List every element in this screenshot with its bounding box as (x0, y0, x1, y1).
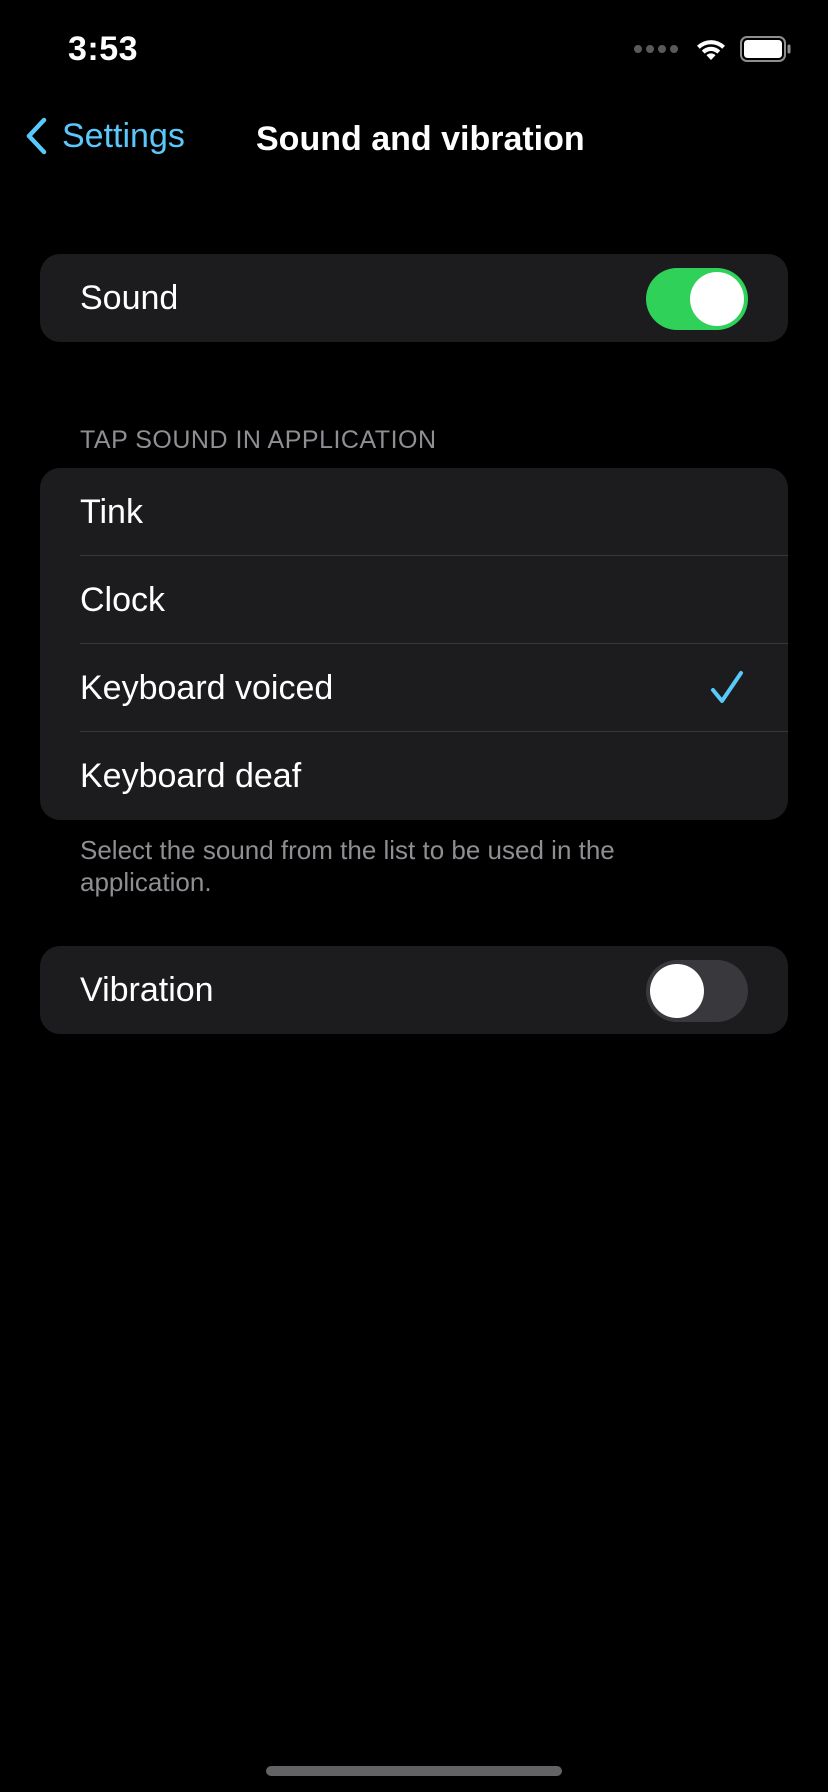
checkmark-icon (711, 671, 743, 703)
back-button[interactable]: Settings (24, 116, 185, 156)
wifi-icon (697, 40, 725, 60)
sound-option-keyboard-voiced[interactable]: Keyboard voiced (40, 644, 788, 732)
sound-option-label: Tink (80, 492, 143, 531)
toggle-knob (650, 964, 704, 1018)
status-time: 3:53 (68, 30, 139, 68)
sound-group: Sound (40, 254, 788, 342)
vibration-toggle[interactable] (646, 960, 748, 1022)
vibration-label: Vibration (80, 970, 214, 1009)
page-title: Sound and vibration (256, 120, 585, 158)
back-label: Settings (62, 116, 185, 155)
status-icons (634, 36, 792, 62)
tap-sound-footer: Select the sound from the list to be use… (80, 835, 615, 897)
vibration-group: Vibration (40, 946, 788, 1034)
sound-option-keyboard-deaf[interactable]: Keyboard deaf (40, 732, 788, 820)
chevron-left-icon (26, 117, 47, 155)
sound-label: Sound (80, 278, 179, 317)
sound-option-clock[interactable]: Clock (40, 556, 788, 644)
sound-option-tink[interactable]: Tink (40, 468, 788, 556)
tap-sound-list: Tink Clock Keyboard voiced Keyboard deaf (40, 468, 788, 820)
vibration-row: Vibration (40, 946, 788, 1034)
status-bar: 3:53 (0, 0, 828, 100)
sound-toggle[interactable] (646, 268, 748, 330)
sound-option-label: Clock (80, 580, 166, 619)
navigation-bar: Settings Sound and vibration (0, 100, 828, 180)
tap-sound-section-header: TAP SOUND IN APPLICATION (80, 426, 437, 454)
home-indicator[interactable] (266, 1766, 562, 1776)
sound-option-label: Keyboard voiced (80, 668, 334, 707)
battery-icon (740, 36, 791, 62)
cellular-signal-icon (634, 45, 678, 53)
sound-row: Sound (40, 254, 788, 342)
toggle-knob (690, 272, 744, 326)
sound-option-label: Keyboard deaf (80, 756, 302, 795)
